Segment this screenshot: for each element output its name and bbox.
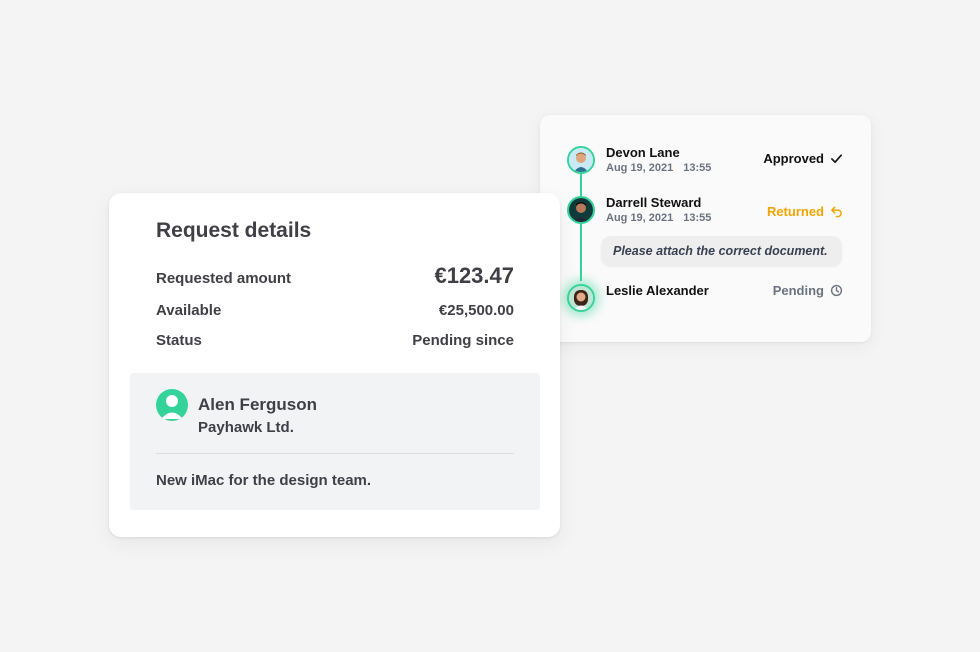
request-details-card: Request details Requested amount €123.47…: [109, 193, 560, 537]
approval-time: 13:55: [683, 162, 712, 174]
approver-name: Devon Lane: [606, 145, 680, 160]
avatar: [567, 196, 595, 224]
requester-panel: Alen Ferguson Payhawk Ltd. New iMac for …: [130, 373, 540, 510]
approval-date: Aug 19, 2021: [606, 212, 674, 224]
status-label: Approved: [763, 151, 824, 166]
approval-timeline-card: Devon Lane Aug 19, 2021 13:55 Approved Da…: [540, 115, 871, 342]
approval-timestamp: Aug 19, 2021 13:55: [606, 212, 711, 224]
return-arrow-icon: [830, 205, 843, 218]
avatar: [567, 146, 595, 174]
requested-amount-row: Requested amount €123.47: [156, 263, 514, 289]
status-approved: Approved: [763, 151, 843, 166]
requested-amount-value: €123.47: [434, 263, 514, 288]
approval-time: 13:55: [683, 212, 712, 224]
approver-name: Leslie Alexander: [606, 283, 709, 298]
timeline-step: Leslie Alexander Pending: [566, 282, 843, 314]
check-icon: [830, 152, 843, 165]
return-comment: Please attach the correct document.: [601, 236, 842, 266]
status-label: Status: [156, 332, 202, 349]
requested-amount-label: Requested amount: [156, 270, 292, 287]
available-value: €25,500.00: [438, 302, 514, 319]
status-returned: Returned: [767, 204, 843, 219]
requester-name: Alen Ferguson: [198, 395, 318, 414]
status-pending: Pending: [773, 283, 843, 298]
clock-icon: [830, 284, 843, 297]
user-avatar-icon: [156, 389, 188, 421]
approval-date: Aug 19, 2021: [606, 162, 674, 174]
status-label: Returned: [766, 204, 824, 219]
status-row: Status Pending since: [156, 332, 514, 349]
status-label: Pending: [772, 283, 824, 298]
approver-name: Darrell Steward: [606, 195, 702, 210]
request-note: New iMac for the design team.: [156, 472, 372, 489]
avatar: [567, 284, 595, 312]
divider: [156, 453, 514, 454]
page-title: Request details: [156, 219, 312, 242]
approval-timestamp: Aug 19, 2021 13:55: [606, 162, 711, 174]
status-value: Pending since: [412, 332, 514, 349]
available-label: Available: [156, 302, 222, 319]
timeline-step: Devon Lane Aug 19, 2021 13:55 Approved: [566, 144, 843, 176]
timeline-step: Darrell Steward Aug 19, 2021 13:55 Return…: [566, 194, 843, 226]
available-row: Available €25,500.00: [156, 302, 514, 319]
requester-company: Payhawk Ltd.: [198, 419, 294, 436]
